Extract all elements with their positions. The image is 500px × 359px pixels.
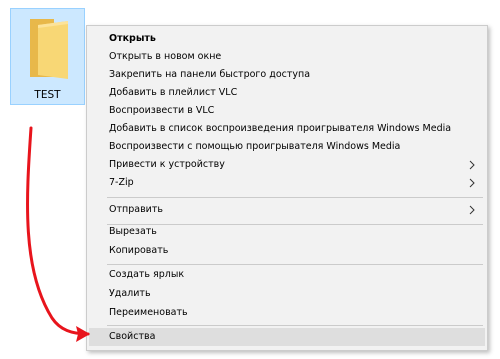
menu-item-copy[interactable]: Копировать (89, 242, 485, 260)
menu-item-7zip[interactable]: 7-Zip (89, 174, 485, 192)
menu-item-cut[interactable]: Вырезать (89, 223, 485, 241)
menu-item-add-wmp-list[interactable]: Добавить в список воспроизведения проигр… (89, 120, 485, 138)
menu-item-open[interactable]: Открыть (89, 30, 485, 48)
menu-item-open-new-window[interactable]: Открыть в новом окне (89, 48, 485, 66)
menu-item-label: Отправить (109, 204, 163, 215)
menu-item-delete[interactable]: Удалить (89, 285, 485, 303)
menu-item-label: Добавить в список воспроизведения проигр… (109, 123, 452, 134)
menu-item-label: Открыть в новом окне (109, 51, 222, 62)
menu-item-pin-quick-access[interactable]: Закрепить на панели быстрого доступа (89, 66, 485, 84)
test-folder[interactable]: TEST (10, 8, 85, 105)
menu-item-label: Свойства (109, 331, 156, 342)
menu-item-label: Открыть (109, 33, 156, 44)
menu-item-play-wmp[interactable]: Воспроизвести с помощью проигрывателя Wi… (89, 138, 485, 156)
menu-item-label: Закрепить на панели быстрого доступа (109, 69, 311, 80)
menu-item-label: Воспроизвести с помощью проигрывателя Wi… (109, 141, 401, 152)
menu-item-add-vlc-playlist[interactable]: Добавить в плейлист VLC (89, 84, 485, 102)
menu-item-rename[interactable]: Переименовать (89, 304, 485, 322)
menu-separator (107, 264, 483, 265)
menu-item-label: Переименовать (109, 307, 188, 318)
menu-item-label: Создать ярлык (109, 269, 185, 280)
folder-name-label: TEST (34, 89, 61, 101)
menu-item-label: Вырезать (109, 226, 157, 237)
menu-item-label: 7-Zip (109, 177, 134, 188)
menu-item-play-vlc[interactable]: Воспроизвести в VLC (89, 102, 485, 120)
menu-item-label: Воспроизвести в VLC (109, 105, 215, 116)
menu-item-send-to[interactable]: Отправить (89, 201, 485, 219)
menu-item-cast-to-device[interactable]: Привести к устройству (89, 156, 485, 174)
menu-separator (107, 197, 483, 198)
menu-item-create-shortcut[interactable]: Создать ярлык (89, 266, 485, 284)
menu-item-label: Добавить в плейлист VLC (109, 87, 238, 98)
menu-item-label: Удалить (109, 288, 151, 299)
menu-item-label: Привести к устройству (109, 159, 225, 170)
menu-separator (107, 325, 483, 326)
folder-icon (30, 19, 68, 79)
context-menu: Открыть Открыть в новом окне Закрепить н… (86, 25, 488, 351)
menu-item-properties[interactable]: Свойства (89, 328, 485, 346)
chevron-right-icon (469, 160, 475, 170)
chevron-right-icon (469, 205, 475, 215)
chevron-right-icon (469, 178, 475, 188)
menu-item-label: Копировать (109, 245, 169, 256)
